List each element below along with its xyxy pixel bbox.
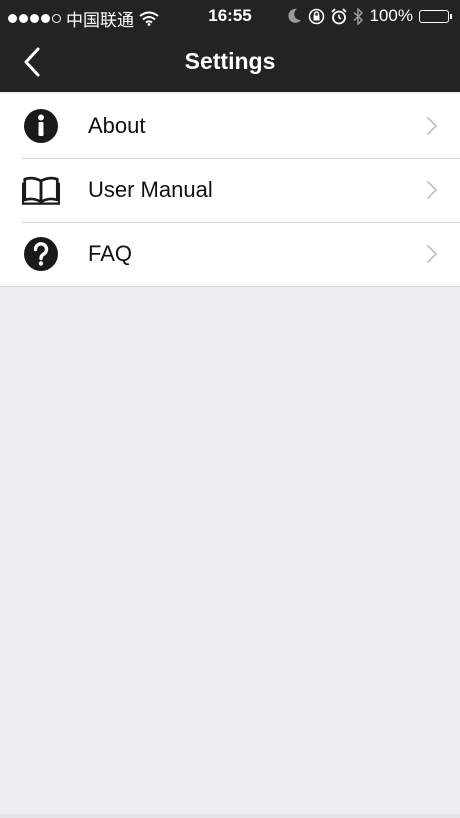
menu-item-label: FAQ bbox=[88, 241, 133, 266]
battery-percentage: 100% bbox=[369, 6, 413, 25]
rotation-lock-icon bbox=[308, 8, 324, 24]
top-bar: 中国联通 16:55 100% Settings bbox=[0, 0, 460, 92]
info-icon bbox=[22, 108, 60, 144]
menu-item-faq[interactable]: FAQ bbox=[0, 222, 460, 286]
moon-icon bbox=[287, 8, 301, 23]
chevron-right-icon bbox=[427, 245, 437, 263]
menu-item-label: User Manual bbox=[88, 177, 213, 202]
alarm-icon bbox=[330, 7, 347, 24]
status-right: 100% bbox=[287, 6, 452, 26]
menu-item-user-manual[interactable]: User Manual bbox=[0, 158, 460, 222]
question-icon bbox=[22, 236, 60, 272]
bluetooth-icon bbox=[353, 7, 363, 25]
bottom-edge bbox=[0, 814, 460, 818]
navigation-bar: Settings bbox=[0, 32, 460, 92]
menu-item-about[interactable]: About bbox=[0, 94, 460, 158]
book-icon bbox=[22, 172, 60, 208]
chevron-right-icon bbox=[427, 117, 437, 135]
chevron-right-icon bbox=[427, 181, 437, 199]
battery-icon bbox=[419, 9, 452, 23]
page-title: Settings bbox=[184, 48, 276, 74]
menu-item-label: About bbox=[88, 113, 146, 138]
settings-list: About User Manual FAQ bbox=[0, 94, 460, 287]
status-bar: 中国联通 16:55 100% bbox=[0, 0, 460, 32]
